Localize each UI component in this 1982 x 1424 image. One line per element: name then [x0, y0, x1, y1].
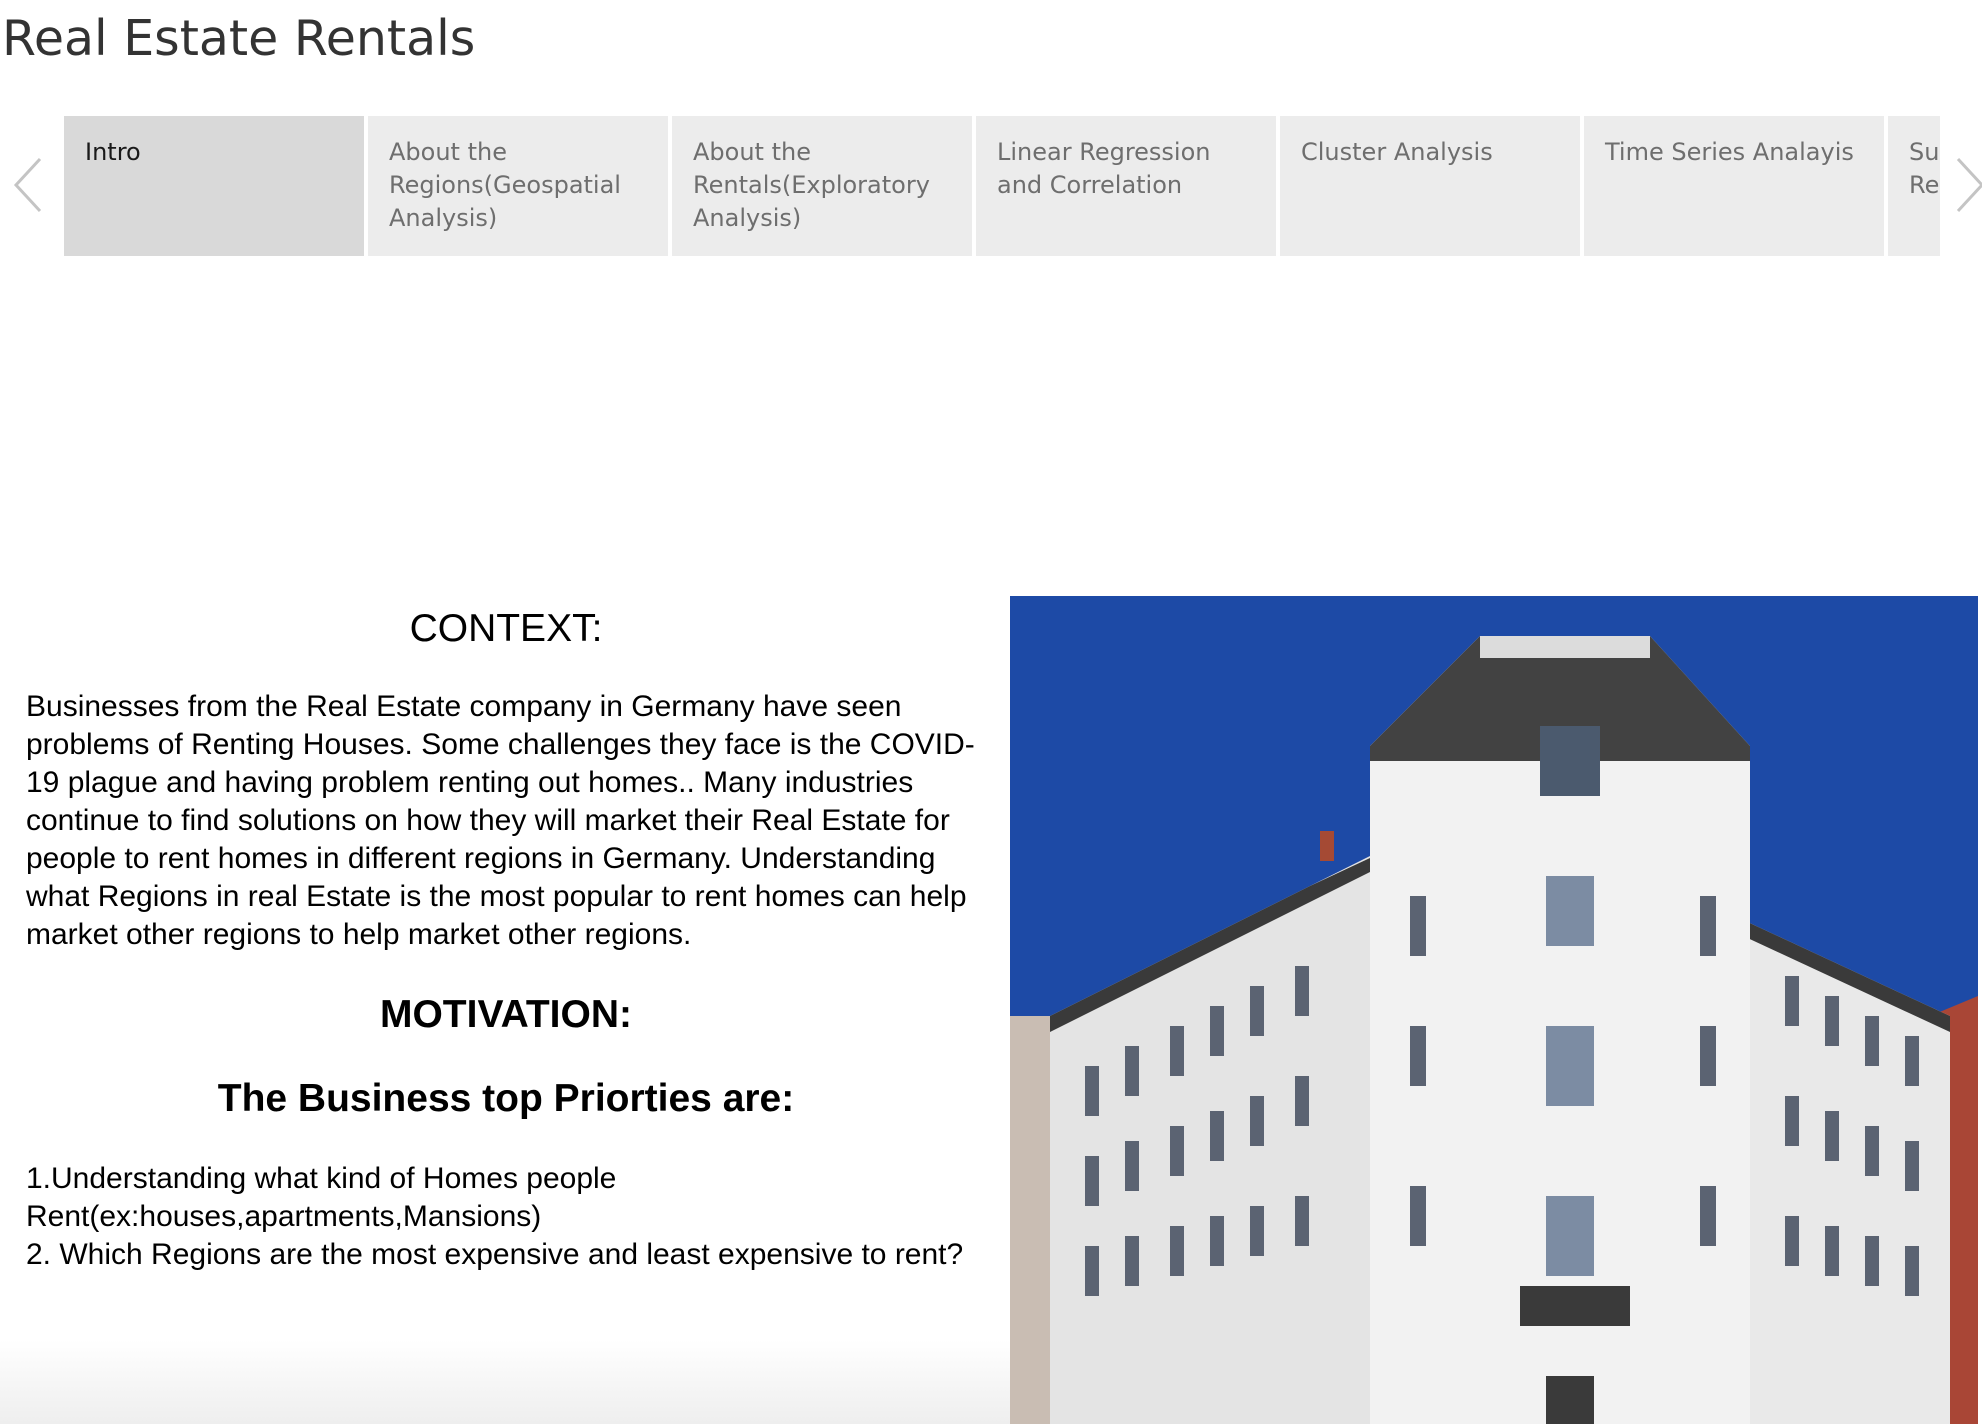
intro-text-panel: CONTEXT: Businesses from the Real Estate… [0, 596, 1000, 1424]
page-title: Real Estate Rentals [2, 10, 476, 67]
tab-time-series[interactable]: Time Series Analayis [1584, 116, 1884, 256]
tab-rentals[interactable]: About the Rentals(Exploratory Analysis) [672, 116, 972, 256]
building-photo [1010, 596, 1978, 1424]
priorities-list: 1.Understanding what kind of Homes peopl… [26, 1160, 986, 1274]
tab-regression[interactable]: Linear Regression and Correlation [976, 116, 1276, 256]
chevron-right-icon[interactable] [1950, 150, 1982, 220]
tab-summary[interactable]: Summary and Recommendations [1888, 116, 1940, 256]
chevron-left-icon[interactable] [8, 150, 48, 220]
list-item: 2. Which Regions are the most expensive … [26, 1238, 964, 1271]
bottom-fade [0, 1340, 1010, 1424]
motivation-heading: MOTIVATION: [379, 993, 632, 1036]
priorities-heading: The Business top Priorties are: [217, 1077, 795, 1120]
context-paragraph: Businesses from the Real Estate company … [26, 690, 975, 951]
tab-cluster[interactable]: Cluster Analysis [1280, 116, 1580, 256]
tab-regions[interactable]: About the Regions(Geospatial Analysis) [368, 116, 668, 256]
tab-strip: Intro About the Regions(Geospatial Analy… [64, 116, 1940, 256]
list-item: 1.Understanding what kind of Homes peopl… [26, 1162, 617, 1233]
context-heading: CONTEXT: [409, 607, 603, 650]
tab-intro[interactable]: Intro [64, 116, 364, 256]
